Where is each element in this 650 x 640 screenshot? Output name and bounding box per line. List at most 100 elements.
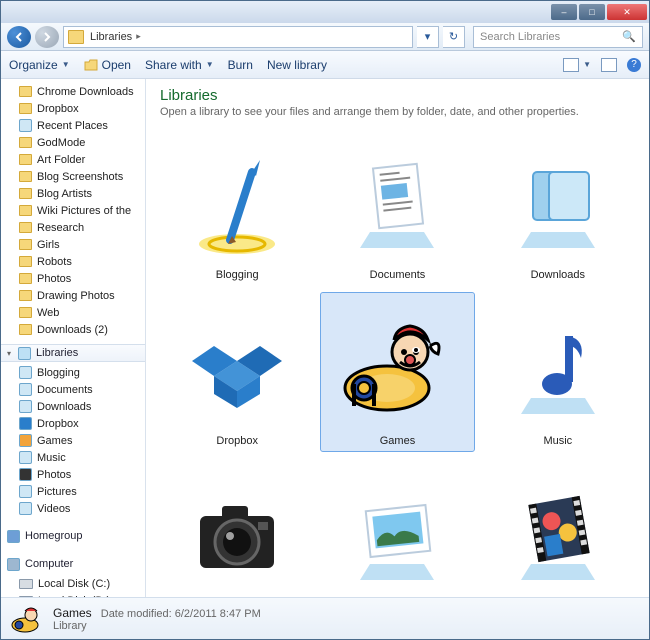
back-button[interactable] [7, 26, 31, 48]
library-item-blogging[interactable]: Blogging [160, 126, 314, 286]
folder-icon [19, 171, 32, 182]
address-bar[interactable]: Libraries ▸ [63, 26, 413, 48]
library-item-music[interactable]: Music [481, 292, 635, 452]
share-button[interactable]: Share with▼ [145, 58, 214, 72]
open-button[interactable]: Open [84, 58, 131, 72]
close-button[interactable]: ✕ [607, 4, 647, 20]
recent-icon [19, 119, 32, 132]
library-icon [19, 468, 32, 481]
blogging-icon [177, 147, 297, 267]
details-text: Games Date modified: 6/2/2011 8:47 PM Li… [53, 606, 261, 632]
homegroup-icon [7, 530, 20, 543]
folder-icon [19, 239, 32, 250]
sidebar-item[interactable]: GodMode [1, 134, 145, 151]
folder-icon [19, 290, 32, 301]
documents-icon [337, 147, 457, 267]
music-icon [498, 313, 618, 433]
library-item-games[interactable]: Games [320, 292, 474, 452]
sidebar-item[interactable]: Drawing Photos [1, 287, 145, 304]
games-icon [337, 313, 457, 433]
chevron-down-icon: ▼ [62, 60, 70, 69]
sidebar-item[interactable]: Wiki Pictures of the [1, 202, 145, 219]
view-icon [563, 58, 579, 72]
search-input[interactable]: Search Libraries 🔍 [473, 26, 643, 48]
burn-button[interactable]: Burn [228, 58, 253, 72]
folder-icon [19, 222, 32, 233]
navigation-pane[interactable]: Chrome Downloads Dropbox Recent Places G… [1, 79, 146, 597]
content-pane[interactable]: Libraries Open a library to see your fil… [146, 79, 649, 597]
organize-button[interactable]: Organize▼ [9, 58, 70, 72]
expand-icon: ▾ [7, 349, 11, 358]
computer-icon [7, 558, 20, 571]
sidebar-item[interactable]: Photos [1, 270, 145, 287]
folder-icon [19, 205, 32, 216]
sidebar-item-blogging[interactable]: Blogging [1, 364, 145, 381]
refresh-button[interactable]: ↻ [443, 26, 465, 48]
chevron-down-icon: ▼ [206, 60, 214, 69]
open-folder-icon [84, 59, 98, 71]
library-item-dropbox[interactable]: Dropbox [160, 292, 314, 452]
sidebar-header-libraries[interactable]: ▾Libraries [1, 344, 145, 362]
sidebar-item-drive[interactable]: Local Disk (C:) [1, 575, 145, 592]
search-placeholder: Search Libraries [480, 31, 560, 43]
minimize-button[interactable]: – [551, 4, 577, 20]
library-icon [19, 502, 32, 515]
sidebar-item-games[interactable]: Games [1, 432, 145, 449]
folder-icon [19, 86, 32, 97]
sidebar-item[interactable]: Robots [1, 253, 145, 270]
chevron-down-icon: ▼ [583, 60, 591, 69]
sidebar-item-dropbox[interactable]: Dropbox [1, 415, 145, 432]
library-label: Dropbox [216, 435, 258, 447]
help-button[interactable]: ? [627, 58, 641, 72]
sidebar-item[interactable]: Downloads (2) [1, 321, 145, 338]
sidebar-item[interactable]: Girls [1, 236, 145, 253]
details-pane: Games Date modified: 6/2/2011 8:47 PM Li… [1, 597, 649, 639]
sidebar-item[interactable]: Dropbox [1, 100, 145, 117]
sidebar-item-music[interactable]: Music [1, 449, 145, 466]
photos-icon [177, 479, 297, 597]
library-icon [19, 451, 32, 464]
sidebar-item[interactable]: Chrome Downloads [1, 83, 145, 100]
sidebar-item[interactable]: Art Folder [1, 151, 145, 168]
sidebar-item-videos[interactable]: Videos [1, 500, 145, 517]
library-item-documents[interactable]: Documents [320, 126, 474, 286]
explorer-window: – □ ✕ Libraries ▸ ▾ ↻ Search Libraries 🔍… [0, 0, 650, 640]
downloads-icon [498, 147, 618, 267]
preview-pane-button[interactable] [601, 58, 617, 72]
sidebar-item[interactable]: Recent Places [1, 117, 145, 134]
sidebar-header-homegroup[interactable]: Homegroup [1, 527, 145, 545]
arrow-right-icon [41, 31, 53, 43]
library-item-pictures[interactable]: Pictures [320, 458, 474, 597]
view-options-button[interactable]: ▼ [563, 58, 591, 72]
library-icon [19, 417, 32, 430]
dropdown-history-button[interactable]: ▾ [417, 26, 439, 48]
sidebar-item[interactable]: Blog Screenshots [1, 168, 145, 185]
drive-icon [19, 579, 33, 589]
details-type: Library [53, 620, 261, 632]
sidebar-item[interactable]: Research [1, 219, 145, 236]
library-label: Games [380, 435, 415, 447]
sidebar-item-photos[interactable]: Photos [1, 466, 145, 483]
sidebar-item[interactable]: Web [1, 304, 145, 321]
library-icon [19, 366, 32, 379]
library-item-downloads[interactable]: Downloads [481, 126, 635, 286]
sidebar-item[interactable]: Blog Artists [1, 185, 145, 202]
sidebar-item-documents[interactable]: Documents [1, 381, 145, 398]
folder-icon [19, 154, 32, 165]
search-icon: 🔍 [622, 30, 636, 43]
new-library-button[interactable]: New library [267, 58, 327, 72]
library-label: Downloads [531, 269, 585, 281]
maximize-button[interactable]: □ [579, 4, 605, 20]
folder-icon [19, 188, 32, 199]
library-item-photos[interactable]: Photos [160, 458, 314, 597]
library-item-videos[interactable]: Videos [481, 458, 635, 597]
content-body: Chrome Downloads Dropbox Recent Places G… [1, 79, 649, 597]
sidebar-item-pictures[interactable]: Pictures [1, 483, 145, 500]
details-icon [11, 603, 43, 635]
sidebar-header-computer[interactable]: Computer [1, 555, 145, 573]
page-subtitle: Open a library to see your files and arr… [160, 106, 635, 118]
folder-icon [19, 103, 32, 114]
library-label: Music [543, 435, 572, 447]
sidebar-item-downloads[interactable]: Downloads [1, 398, 145, 415]
forward-button[interactable] [35, 26, 59, 48]
